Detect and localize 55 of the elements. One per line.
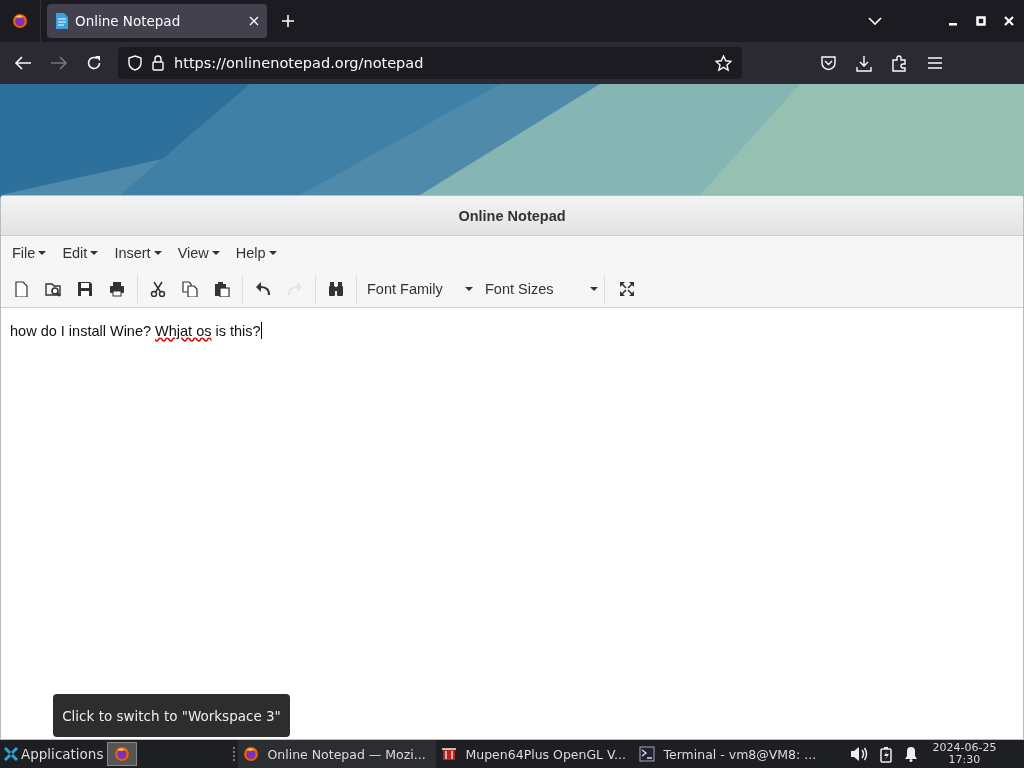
applications-menu[interactable]: Applications	[0, 746, 108, 762]
maximize-icon[interactable]	[976, 16, 986, 26]
menu-icon[interactable]	[927, 56, 943, 70]
terminal-icon	[639, 746, 656, 762]
font-family-dropdown[interactable]: Font Family	[361, 274, 479, 303]
puzzle-icon[interactable]	[891, 54, 908, 72]
reload-icon[interactable]	[86, 55, 102, 71]
close-icon[interactable]	[249, 16, 259, 26]
menu-item[interactable]: Edit	[55, 241, 106, 265]
scissors-icon[interactable]	[150, 280, 166, 297]
clipboard-icon[interactable]	[214, 280, 230, 297]
taskbar-button[interactable]: Online Notepad — Mozi...	[238, 740, 437, 768]
firefox-icon	[114, 746, 131, 762]
clock-time[interactable]: 17:30	[948, 754, 981, 766]
url-text: https://onlinenotepad.org/notepad	[174, 55, 425, 71]
document-icon	[55, 13, 69, 29]
menu-item[interactable]: Help	[228, 241, 284, 265]
new-document-icon[interactable]	[13, 280, 29, 297]
firefox-icon[interactable]	[12, 13, 28, 29]
address-bar[interactable]: https://onlinenotepad.org/notepad	[118, 47, 742, 79]
save-icon[interactable]	[77, 280, 93, 297]
fullscreen-icon[interactable]	[619, 280, 635, 297]
font-size-dropdown[interactable]: Font Sizes	[479, 274, 605, 303]
document-search-icon[interactable]	[45, 280, 61, 297]
forward-arrow-icon	[50, 55, 68, 71]
shield-icon	[128, 55, 142, 71]
launcher-button[interactable]	[107, 742, 138, 766]
printer-icon[interactable]	[109, 280, 125, 297]
bell-icon[interactable]	[904, 746, 919, 762]
menu-item[interactable]: View	[170, 241, 227, 265]
menu-item[interactable]: File	[5, 241, 54, 265]
browser-tab[interactable]: Online Notepad	[47, 4, 267, 38]
game-icon	[441, 746, 458, 762]
pocket-icon[interactable]	[820, 55, 837, 71]
tooltip: Click to switch to "Workspace 3"	[53, 694, 290, 737]
binoculars-icon[interactable]	[328, 280, 344, 297]
star-icon[interactable]	[715, 54, 732, 72]
lock-icon	[152, 55, 164, 71]
speaker-icon[interactable]	[850, 746, 869, 762]
copy-icon[interactable]	[182, 280, 198, 297]
back-arrow-icon[interactable]	[14, 55, 32, 71]
firefox-icon	[243, 746, 260, 762]
taskbar-button[interactable]: Terminal - vm8@VM8: ...	[634, 740, 833, 768]
plus-icon[interactable]	[281, 14, 295, 28]
battery-icon[interactable]	[880, 745, 893, 763]
clock-date[interactable]: 2024-06-25	[932, 742, 997, 754]
chevron-down-icon[interactable]	[868, 16, 882, 26]
editor-text[interactable]: how do I install Wine? Whjat os is this?	[10, 322, 1014, 339]
download-icon[interactable]	[856, 54, 872, 72]
taskbar-button[interactable]: Mupen64Plus OpenGL V...	[436, 740, 635, 768]
app-title: Online Notepad	[1, 196, 1023, 236]
menu-item[interactable]: Insert	[107, 241, 169, 265]
grid-icon	[4, 747, 18, 761]
undo-arrow-icon[interactable]	[255, 280, 271, 297]
close-icon[interactable]	[1004, 16, 1014, 26]
